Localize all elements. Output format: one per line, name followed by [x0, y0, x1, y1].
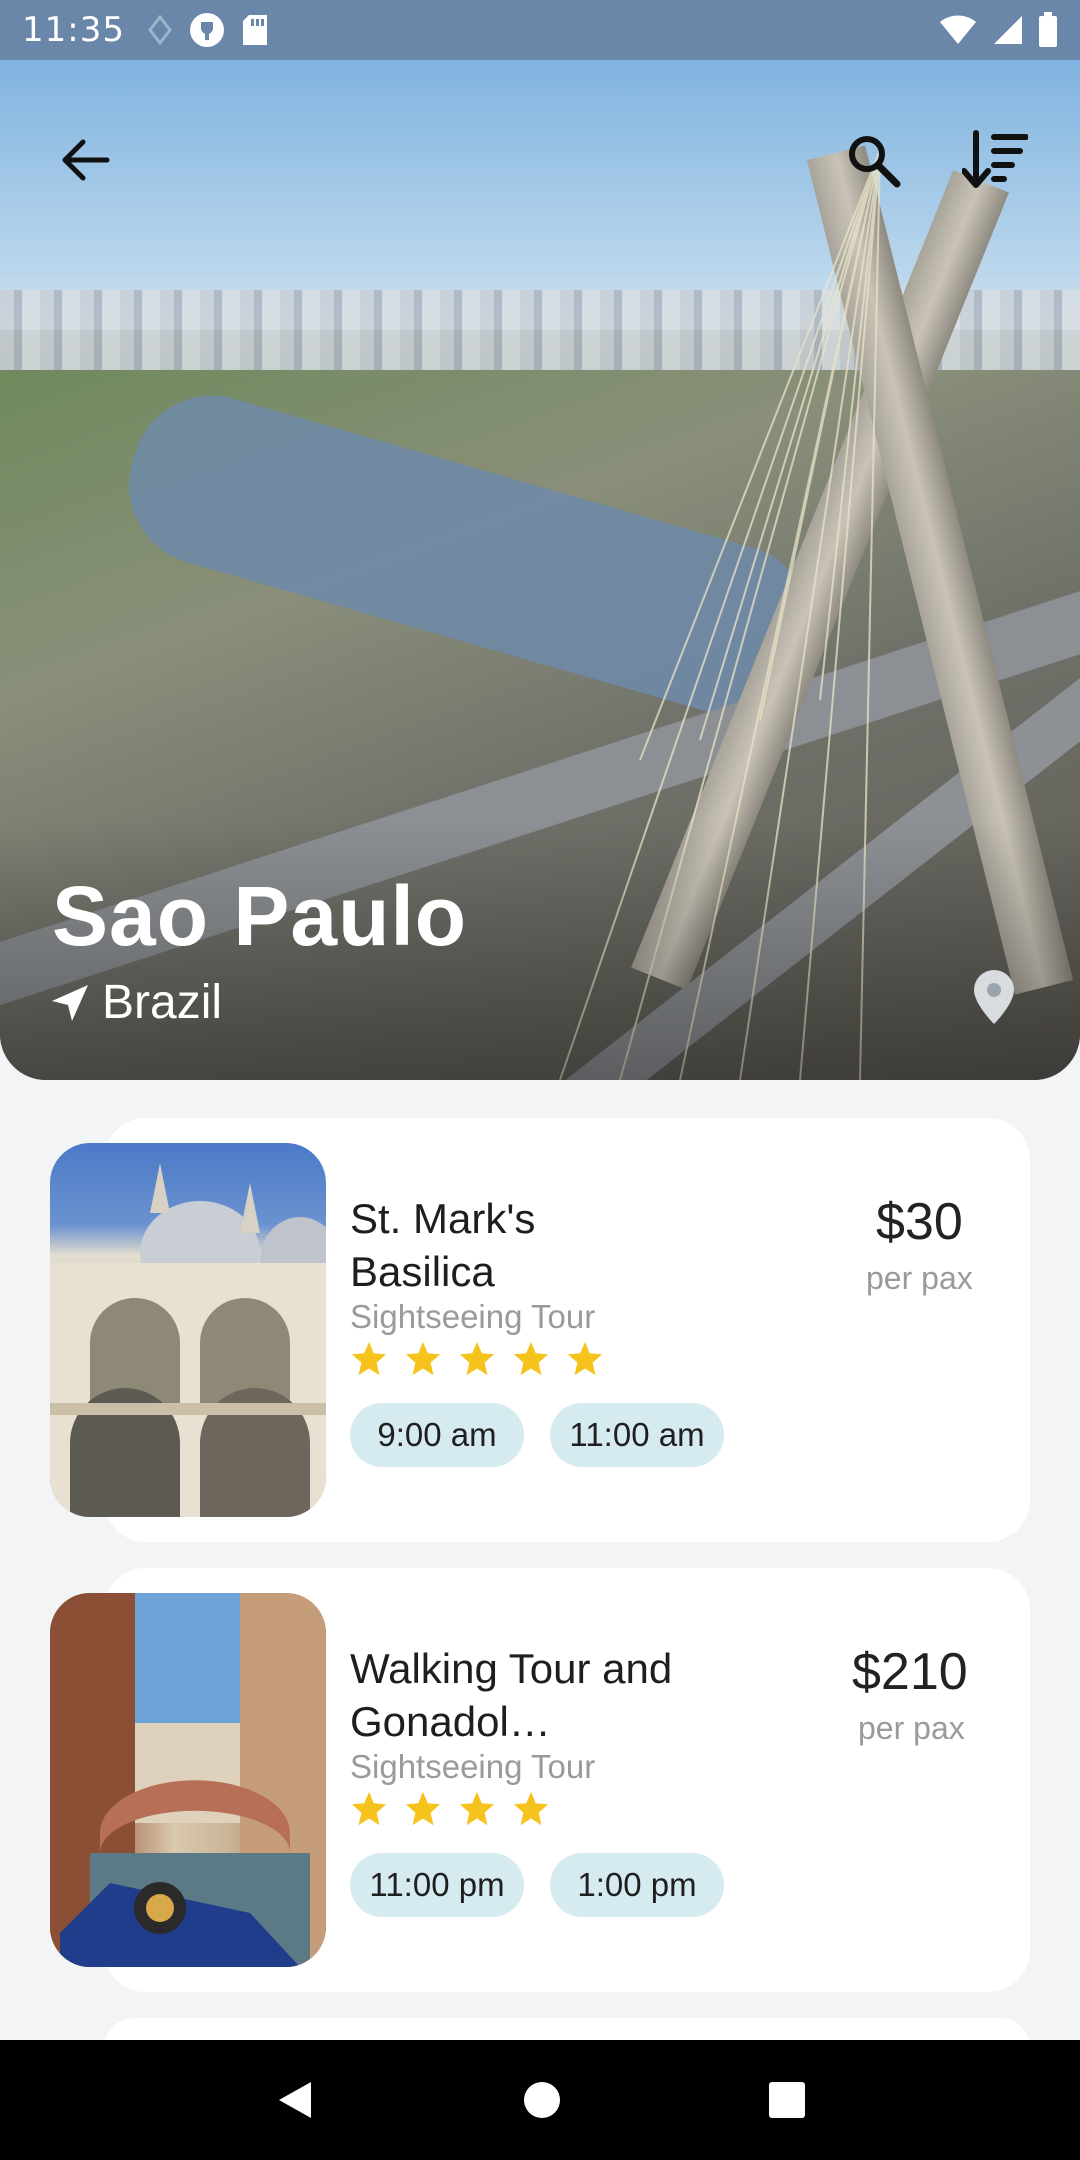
data-saver-icon: [148, 15, 172, 45]
home-nav-icon[interactable]: [522, 2080, 562, 2120]
recents-nav-icon[interactable]: [767, 2080, 807, 2120]
map-pin-icon[interactable]: [972, 968, 1016, 1026]
star-icon: [351, 1341, 387, 1376]
tour-category: Sightseeing Tour: [350, 1298, 596, 1335]
city-name: Sao Paulo: [52, 869, 468, 963]
star-icon: [405, 1791, 441, 1826]
rating-stars: [350, 1790, 550, 1828]
tour-image: [50, 1143, 326, 1517]
country-name: Brazil: [102, 976, 223, 1029]
time-slot-chip[interactable]: 9:00 am: [350, 1403, 524, 1467]
venice-canal-illustration: [50, 1593, 326, 1967]
sort-button[interactable]: [960, 125, 1030, 195]
system-nav-bar: [0, 2040, 1080, 2160]
country-row: Brazil: [50, 975, 222, 1030]
status-time: 11:35: [22, 10, 125, 50]
arrow-back-icon: [62, 139, 110, 181]
wifi-icon: [940, 15, 976, 45]
price-unit: per pax: [858, 1710, 965, 1746]
tour-image: [50, 1593, 326, 1967]
search-icon: [849, 136, 901, 188]
signal-icon: [994, 16, 1022, 44]
battery-icon: [1039, 12, 1057, 47]
tour-price: $30: [876, 1193, 963, 1251]
tour-title[interactable]: St. Mark's Basilica: [350, 1192, 680, 1298]
star-icon: [513, 1791, 549, 1826]
sort-icon: [962, 130, 1028, 188]
star-icon: [513, 1341, 549, 1376]
tour-title[interactable]: Walking Tour and Gonadol…: [350, 1642, 680, 1748]
navigation-arrow-icon: [52, 984, 88, 1021]
tour-category: Sightseeing Tour: [350, 1748, 596, 1785]
status-system-icons: [938, 12, 1058, 48]
time-slot-chip[interactable]: 11:00 pm: [350, 1853, 524, 1917]
rating-stars: [350, 1340, 604, 1378]
back-button[interactable]: [50, 125, 120, 195]
star-icon: [459, 1341, 495, 1376]
price-unit: per pax: [866, 1260, 973, 1296]
star-icon: [351, 1791, 387, 1826]
time-slot-chip[interactable]: 11:00 am: [550, 1403, 724, 1467]
status-bar: 11:35: [0, 0, 1080, 60]
shield-app-icon: [189, 13, 224, 47]
time-slot-chip[interactable]: 1:00 pm: [550, 1853, 724, 1917]
basilica-illustration: [50, 1163, 326, 1517]
star-icon: [459, 1791, 495, 1826]
search-button[interactable]: [838, 125, 908, 195]
star-icon: [567, 1341, 603, 1376]
star-icon: [405, 1341, 441, 1376]
sd-card-icon: [242, 15, 267, 45]
tour-price: $210: [852, 1643, 968, 1701]
status-notification-icons: [147, 12, 269, 48]
back-nav-icon[interactable]: [273, 2078, 317, 2122]
